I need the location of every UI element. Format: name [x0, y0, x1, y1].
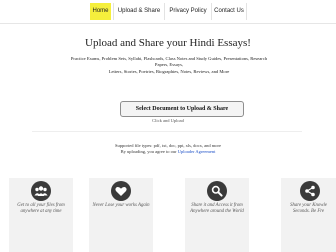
- feature-text-share-access: Share it and Access it from Anywhere aro…: [185, 203, 249, 215]
- feature-card-share-knowledge: Share your Knowle Seconds. Be Fre: [281, 178, 336, 252]
- share-icon: [300, 181, 320, 201]
- feature-text-line-2: Anywhere around the World: [190, 209, 244, 214]
- supported-file-types: Supported file types: pdf, txt, doc, ppt…: [115, 143, 221, 148]
- click-and-upload-label: Click and Upload: [152, 118, 184, 123]
- feature-text-line-1: Get to all your files from: [17, 203, 65, 208]
- feature-card-files: Get to all your files from anywhere at a…: [9, 178, 73, 252]
- hero-description-line-1: Practice Exams, Problem Sets, Syllabi, F…: [70, 56, 268, 68]
- feature-text-never-lose: Never Lose your works Again: [89, 203, 153, 209]
- top-nav: Home Upload & Share Privacy Policy Conta…: [0, 0, 336, 24]
- feature-text-line-2: Seconds. Be Fre: [292, 209, 325, 214]
- feature-card-share-access: Share it and Access it from Anywhere aro…: [185, 178, 249, 252]
- heart-icon: [111, 181, 131, 201]
- feature-card-never-lose: Never Lose your works Again: [89, 178, 153, 252]
- divider: [32, 131, 302, 132]
- features-row: Get to all your files from anywhere at a…: [0, 178, 336, 252]
- agreement-text: By uploading, you agree to our: [120, 149, 177, 154]
- feature-text-line-2: anywhere at any time: [20, 209, 62, 214]
- nav-home[interactable]: Home: [90, 3, 111, 20]
- uploader-agreement-link[interactable]: Uploader Agreement: [178, 149, 216, 154]
- nav-contact-us[interactable]: Contact Us: [211, 3, 247, 20]
- supported-info: Supported file types: pdf, txt, doc, ppt…: [0, 143, 336, 155]
- feature-text-share-knowledge: Share your Knowle Seconds. Be Fre: [281, 203, 336, 215]
- feature-text-line-1: Share your Knowle: [290, 203, 327, 208]
- page-title: Upload and Share your Hindi Essays!: [85, 37, 251, 49]
- nav-upload-share[interactable]: Upload & Share: [113, 3, 164, 20]
- hero-description: Practice Exams, Problem Sets, Syllabi, F…: [64, 56, 274, 75]
- hero-description-line-2: Letters, Stories, Poetries, Biographies,…: [108, 68, 230, 74]
- feature-text-files: Get to all your files from anywhere at a…: [9, 203, 73, 215]
- users-icon: [31, 181, 51, 201]
- search-icon: [207, 181, 227, 201]
- feature-text-line-1: Share it and Access it from: [191, 203, 243, 208]
- select-document-button[interactable]: Select Document to Upload & Share: [120, 101, 244, 117]
- feature-text-line-1: Never Lose your works Again: [92, 203, 150, 208]
- nav-privacy-policy[interactable]: Privacy Policy: [164, 3, 211, 20]
